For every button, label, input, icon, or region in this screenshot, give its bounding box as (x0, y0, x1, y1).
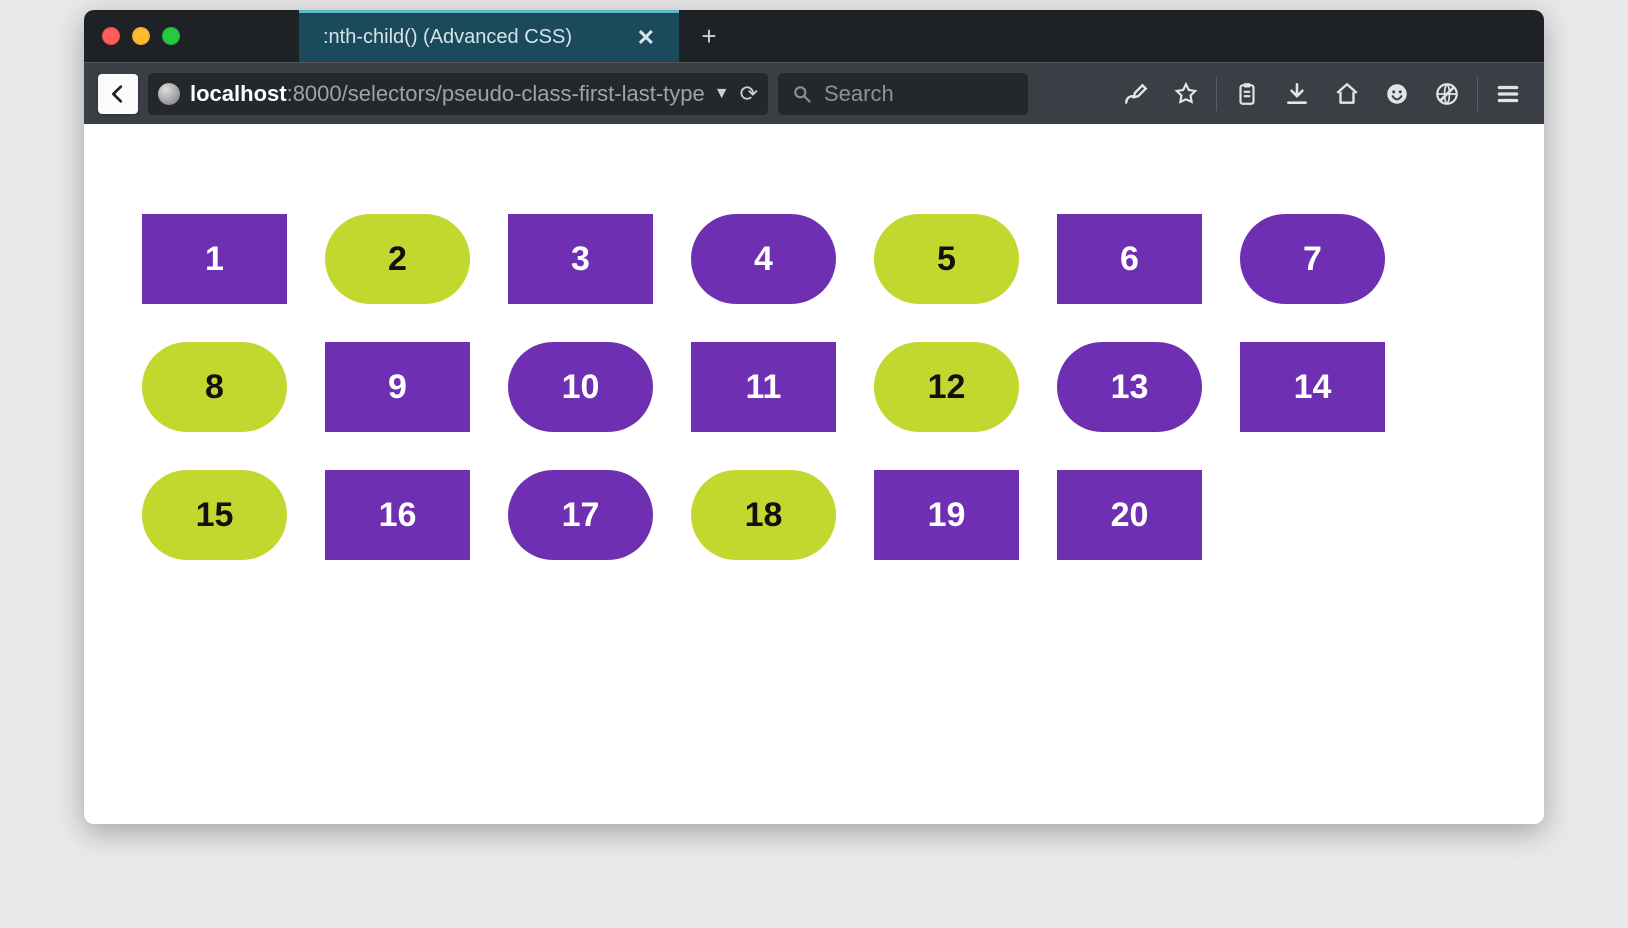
bookmark-star-icon[interactable] (1164, 72, 1208, 116)
home-icon[interactable] (1325, 72, 1369, 116)
search-bar[interactable]: Search (778, 73, 1028, 115)
demo-box: 6 (1057, 214, 1202, 304)
url-host: localhost (190, 81, 287, 106)
back-button[interactable] (98, 74, 138, 114)
demo-box: 19 (874, 470, 1019, 560)
minimize-window-button[interactable] (132, 27, 150, 45)
downloads-icon[interactable] (1275, 72, 1319, 116)
toolbar: localhost:8000/selectors/pseudo-class-fi… (84, 62, 1544, 124)
hamburger-menu-icon[interactable] (1486, 72, 1530, 116)
active-tab[interactable]: :nth-child() (Advanced CSS) ✕ (299, 10, 679, 62)
toolbar-separator (1216, 77, 1217, 111)
toolbar-separator (1477, 77, 1478, 111)
extension-icon[interactable] (1425, 72, 1469, 116)
window-controls (84, 10, 299, 62)
tab-title: :nth-child() (Advanced CSS) (323, 26, 572, 49)
url-bar[interactable]: localhost:8000/selectors/pseudo-class-fi… (148, 73, 768, 115)
site-identity-icon[interactable] (158, 83, 180, 105)
demo-box: 16 (325, 470, 470, 560)
search-icon (792, 84, 812, 104)
clipboard-icon[interactable] (1225, 72, 1269, 116)
demo-box: 4 (691, 214, 836, 304)
search-placeholder: Search (824, 81, 894, 107)
toolbar-actions (1114, 72, 1530, 116)
maximize-window-button[interactable] (162, 27, 180, 45)
devtools-icon[interactable] (1114, 72, 1158, 116)
demo-box: 17 (508, 470, 653, 560)
demo-box: 15 (142, 470, 287, 560)
close-tab-icon[interactable]: ✕ (637, 25, 655, 51)
browser-window: :nth-child() (Advanced CSS) ✕ + localhos… (84, 10, 1544, 824)
demo-box: 20 (1057, 470, 1202, 560)
demo-box: 7 (1240, 214, 1385, 304)
demo-box: 13 (1057, 342, 1202, 432)
demo-box: 11 (691, 342, 836, 432)
demo-box: 3 (508, 214, 653, 304)
url-path: :8000/selectors/pseudo-class-first-last-… (287, 81, 704, 106)
reload-icon[interactable]: ⟳ (740, 81, 758, 107)
url-dropdown-icon[interactable]: ▼ (714, 85, 730, 103)
demo-box: 8 (142, 342, 287, 432)
new-tab-button[interactable]: + (679, 10, 739, 62)
smiley-icon[interactable] (1375, 72, 1419, 116)
url-text: localhost:8000/selectors/pseudo-class-fi… (190, 81, 704, 107)
titlebar: :nth-child() (Advanced CSS) ✕ + (84, 10, 1544, 62)
demo-box: 18 (691, 470, 836, 560)
demo-grid: 1234567891011121314151617181920 (142, 214, 1472, 560)
page-content: 1234567891011121314151617181920 (84, 124, 1544, 824)
demo-box: 14 (1240, 342, 1385, 432)
demo-box: 5 (874, 214, 1019, 304)
close-window-button[interactable] (102, 27, 120, 45)
demo-box: 2 (325, 214, 470, 304)
demo-box: 10 (508, 342, 653, 432)
demo-box: 1 (142, 214, 287, 304)
demo-box: 12 (874, 342, 1019, 432)
demo-box: 9 (325, 342, 470, 432)
